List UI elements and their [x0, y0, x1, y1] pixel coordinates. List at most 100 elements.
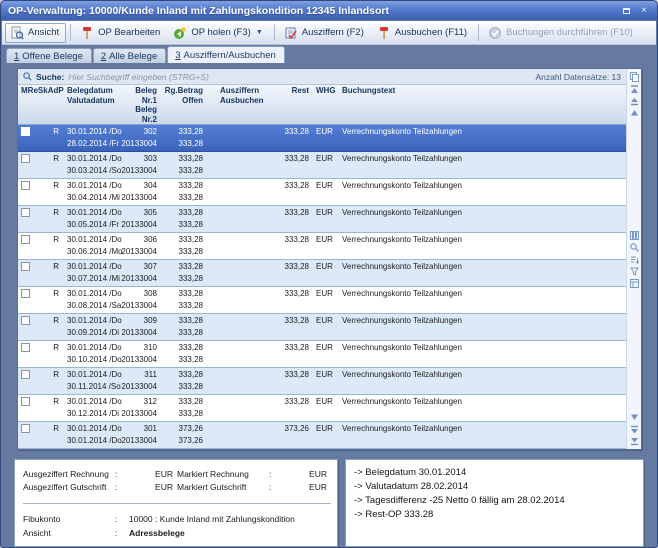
export-grid-icon[interactable] — [629, 278, 640, 288]
table-header[interactable]: MReSkAdP BelegdatumValutadatum Beleg Nr.… — [18, 85, 626, 125]
row-whg: EUR — [312, 368, 338, 394]
row-whg: EUR — [312, 260, 338, 286]
documents-grid-panel: Suche: Hier Suchbegriff eingeben (STRG+S… — [17, 68, 642, 450]
restore-window-button[interactable] — [619, 5, 633, 17]
row-ausziffern — [206, 422, 268, 448]
row-ausziffern — [206, 287, 268, 313]
table-row[interactable]: R 30.01.2014 /Do 30.11.2014 /So 311 2013… — [18, 368, 626, 395]
col-rest[interactable]: Rest — [268, 85, 312, 124]
row-flag-re: R — [53, 180, 59, 192]
col-whg[interactable]: WHG — [312, 85, 338, 124]
table-row[interactable]: R 30.01.2014 /Do 30.05.2014 /Fr 305 2013… — [18, 206, 626, 233]
column-options-icon[interactable] — [629, 230, 640, 240]
col-ausziffern[interactable]: AusziffernAusbuchen — [206, 85, 268, 124]
row-checkbox[interactable] — [21, 316, 30, 325]
op-bearbeiten-button[interactable]: OP Bearbeiten — [75, 23, 167, 43]
table-row[interactable]: R 30.01.2014 /Do 30.04.2014 /Mi 304 2013… — [18, 179, 626, 206]
row-checkbox[interactable] — [21, 154, 30, 163]
row-checkbox[interactable] — [21, 370, 30, 379]
row-betrag: 333,28 333,28 — [160, 368, 206, 394]
table-row[interactable]: R 30.01.2014 /Do 30.08.2014 /Sa 308 2013… — [18, 287, 626, 314]
row-checkbox[interactable] — [21, 181, 30, 190]
ausgeziffert-rechnung-label: Ausgeziffert Rechnung — [23, 468, 115, 481]
table-row[interactable]: R 30.01.2014 /Do 30.03.2014 /So 303 2013… — [18, 152, 626, 179]
row-rest: 333,28 — [268, 314, 312, 340]
row-buchungstext: Verrechnungskonto Teilzahlungen — [338, 206, 626, 232]
table-row[interactable]: R 30.01.2014 /Do 30.12.2014 /Di 312 2013… — [18, 395, 626, 422]
flag-header-sk[interactable]: Sk — [38, 86, 48, 124]
table-row[interactable]: R 30.01.2014 /Do 30.07.2014 /Mi 307 2013… — [18, 260, 626, 287]
row-ausziffern — [206, 341, 268, 367]
fibukonto-label: Fibukonto — [23, 512, 115, 526]
row-whg: EUR — [312, 395, 338, 421]
search-input[interactable]: Hier Suchbegriff eingeben (STRG+S) — [68, 72, 531, 82]
scroll-page-up-icon[interactable] — [629, 96, 640, 106]
row-checkbox[interactable] — [21, 262, 30, 271]
row-checkbox[interactable] — [21, 208, 30, 217]
scroll-to-bottom-icon[interactable] — [629, 436, 640, 446]
table-row[interactable]: R 30.01.2014 /Do 30.09.2014 /Di 309 2013… — [18, 314, 626, 341]
row-flag-re: R — [53, 261, 59, 273]
table-row[interactable]: R 30.01.2014 /Do 30.10.2014 /Do 310 2013… — [18, 341, 626, 368]
row-whg: EUR — [312, 314, 338, 340]
dropdown-arrow-icon[interactable]: ▼ — [256, 29, 263, 36]
scroll-to-top-icon[interactable] — [629, 84, 640, 94]
row-rest: 333,28 — [268, 287, 312, 313]
window-title: OP-Verwaltung: 10000/Kunde Inland mit Za… — [8, 5, 615, 17]
row-rest: 333,28 — [268, 233, 312, 259]
col-belegdatum[interactable]: BelegdatumValutadatum — [62, 85, 118, 124]
row-ausziffern — [206, 125, 268, 151]
table-row[interactable]: R 30.01.2014 /Do 30.06.2014 /Mo 306 2013… — [18, 233, 626, 260]
row-buchungstext: Verrechnungskonto Teilzahlungen — [338, 341, 626, 367]
summary-panel: Ausgeziffert Rechnung : EUR Markiert Rec… — [14, 459, 338, 547]
grid-search-bar[interactable]: Suche: Hier Suchbegriff eingeben (STRG+S… — [18, 69, 626, 85]
info-tagesdifferenz: -> Tagesdifferenz -25 Netto 0 fällig am … — [354, 494, 635, 508]
col-buchungstext[interactable]: Buchungstext — [338, 85, 626, 124]
grid-find-icon[interactable] — [629, 242, 640, 252]
row-buchungstext: Verrechnungskonto Teilzahlungen — [338, 233, 626, 259]
close-window-button[interactable]: × — [637, 5, 651, 17]
row-checkbox[interactable] — [21, 397, 30, 406]
row-flag-re: R — [53, 153, 59, 165]
scroll-down-icon[interactable] — [629, 412, 640, 422]
row-dates: 30.01.2014 /Do 30.08.2014 /Sa — [62, 287, 118, 313]
tab-alle-belege[interactable]: 2 Alle Belege — [93, 48, 166, 63]
tab-offene-belege[interactable]: 1 Offene Belege — [6, 48, 92, 63]
row-betrag: 333,28 333,28 — [160, 179, 206, 205]
scroll-up-icon[interactable] — [629, 108, 640, 118]
table-row[interactable]: R 30.01.2014 /Do 30.01.2014 /Do 301 2013… — [18, 422, 626, 449]
row-betrag: 333,28 333,28 — [160, 341, 206, 367]
row-whg: EUR — [312, 287, 338, 313]
restore-icon — [623, 8, 630, 14]
row-checkbox[interactable] — [21, 343, 30, 352]
row-checkbox[interactable] — [21, 235, 30, 244]
filter-icon[interactable] — [629, 266, 640, 276]
sort-icon[interactable] — [629, 254, 640, 264]
row-rest: 333,28 — [268, 152, 312, 178]
row-whg: EUR — [312, 233, 338, 259]
col-betrag[interactable]: Rg.BetragOffen — [160, 85, 206, 124]
row-whg: EUR — [312, 152, 338, 178]
selected-item-info-panel: -> Belegdatum 30.01.2014 -> Valutadatum … — [345, 459, 644, 547]
row-checkbox[interactable] — [21, 127, 30, 136]
table-row[interactable]: R 30.01.2014 /Do 28.02.2014 /Fr 302 2013… — [18, 125, 626, 152]
tab-ausziffern-ausbuchen[interactable]: 3 Ausziffern/Ausbuchen — [167, 46, 285, 63]
ausbuchen-button[interactable]: Ausbuchen (F11) — [372, 23, 474, 43]
row-checkbox[interactable] — [21, 289, 30, 298]
op-holen-button[interactable]: OP holen (F3) ▼ — [168, 23, 269, 43]
ansicht-button[interactable]: Ansicht — [5, 23, 66, 43]
toolbar-separator — [478, 24, 479, 41]
row-betrag: 333,28 333,28 — [160, 314, 206, 340]
row-checkbox[interactable] — [21, 424, 30, 433]
flag-header-m[interactable]: M — [21, 86, 28, 124]
col-beleg-nr[interactable]: Beleg Nr.1Beleg Nr.2 — [118, 85, 160, 124]
row-rest: 333,28 — [268, 395, 312, 421]
ausziffern-button[interactable]: Ausziffern (F2) — [279, 23, 371, 43]
flag-header-ad[interactable]: Ad — [48, 86, 59, 124]
row-ausziffern — [206, 395, 268, 421]
fetch-icon — [173, 26, 187, 40]
copy-grid-icon[interactable] — [629, 72, 640, 82]
colon: : — [115, 468, 129, 481]
scroll-page-down-icon[interactable] — [629, 424, 640, 434]
flag-header-re[interactable]: Re — [28, 86, 38, 124]
